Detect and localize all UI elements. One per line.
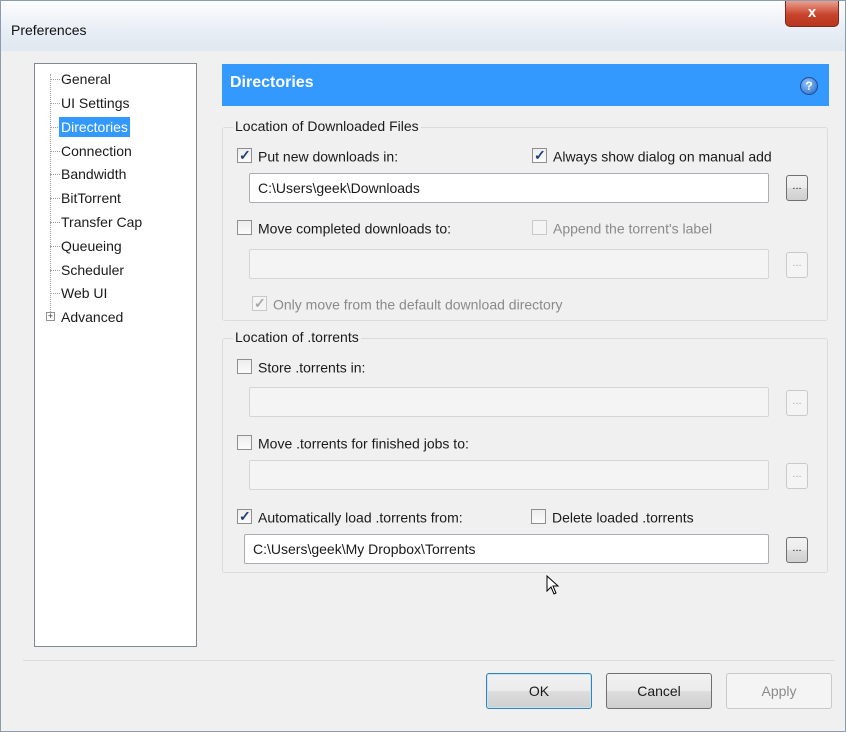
put-new-downloads-option[interactable]: Put new downloads in:	[237, 146, 398, 164]
tree-connector	[50, 246, 60, 247]
put-new-downloads-checkbox[interactable]	[237, 146, 252, 164]
sidebar-item-connection[interactable]: Connection	[61, 141, 132, 161]
store-torrents-label: Store .torrents in:	[258, 359, 366, 376]
delete-loaded-torrents-label: Delete loaded .torrents	[552, 509, 694, 526]
browse-move-path-button: ...	[786, 252, 808, 278]
browse-download-path-button[interactable]: ...	[786, 175, 808, 201]
append-label-checkbox	[532, 219, 547, 235]
tree-connector	[50, 293, 60, 294]
auto-load-torrents-label: Automatically load .torrents from:	[258, 509, 463, 526]
move-completed-label: Move completed downloads to:	[258, 220, 451, 237]
store-torrents-checkbox[interactable]	[237, 358, 252, 374]
only-move-default-checkbox	[252, 294, 267, 312]
browse-auto-load-button[interactable]: ...	[786, 537, 808, 563]
move-finished-torrents-label: Move .torrents for finished jobs to:	[258, 435, 469, 452]
only-move-default-label: Only move from the default download dire…	[273, 296, 563, 313]
sidebar-item-web-ui[interactable]: Web UI	[61, 283, 107, 303]
help-icon[interactable]: ?	[800, 77, 818, 95]
expand-advanced-icon[interactable]: +	[46, 312, 55, 321]
sidebar-item-bandwidth[interactable]: Bandwidth	[61, 164, 126, 184]
put-new-downloads-label: Put new downloads in:	[258, 148, 399, 165]
apply-button: Apply	[726, 673, 832, 709]
move-finished-path-field	[249, 460, 769, 490]
download-path-field[interactable]: C:\Users\geek\Downloads	[249, 173, 769, 203]
close-icon: x	[807, 4, 817, 21]
downloaded-files-group-label: Location of Downloaded Files	[233, 118, 421, 134]
sidebar-item-directories[interactable]: Directories	[59, 117, 130, 137]
torrents-location-group-label: Location of .torrents	[233, 329, 361, 345]
sidebar-item-ui-settings[interactable]: UI Settings	[61, 93, 129, 113]
page-title: Directories	[230, 74, 314, 91]
section-header: Directories ?	[222, 64, 829, 106]
category-tree[interactable]: General UI Settings Directories Connecti…	[34, 63, 197, 647]
sidebar-item-general[interactable]: General	[61, 69, 111, 89]
always-show-dialog-option[interactable]: Always show dialog on manual add	[532, 146, 772, 164]
tree-connector	[50, 270, 60, 271]
sidebar-item-queueing[interactable]: Queueing	[61, 236, 122, 256]
append-label-option: Append the torrent's label	[532, 218, 712, 236]
move-finished-torrents-option[interactable]: Move .torrents for finished jobs to:	[237, 433, 469, 451]
sidebar-item-advanced[interactable]: Advanced	[61, 307, 123, 327]
preferences-window: Preferences x General UI Settings Direct…	[0, 0, 846, 732]
cancel-button[interactable]: Cancel	[606, 673, 712, 709]
tree-connector	[50, 222, 60, 223]
delete-loaded-torrents-checkbox[interactable]	[531, 508, 546, 524]
ok-button[interactable]: OK	[486, 673, 592, 709]
always-show-dialog-checkbox[interactable]	[532, 146, 547, 164]
sidebar-item-transfer-cap[interactable]: Transfer Cap	[61, 212, 142, 232]
delete-loaded-torrents-option[interactable]: Delete loaded .torrents	[531, 507, 694, 525]
auto-load-torrents-checkbox[interactable]	[237, 507, 252, 525]
tree-connector-line	[50, 74, 51, 316]
sidebar-item-bittorrent[interactable]: BitTorrent	[61, 188, 121, 208]
tree-connector	[50, 103, 60, 104]
move-completed-path-field	[249, 249, 769, 279]
store-torrents-option[interactable]: Store .torrents in:	[237, 357, 365, 375]
always-show-dialog-label: Always show dialog on manual add	[553, 148, 772, 165]
move-completed-option[interactable]: Move completed downloads to:	[237, 218, 451, 236]
browse-store-path-button: ...	[786, 390, 808, 416]
tree-connector	[50, 151, 60, 152]
close-button[interactable]: x	[785, 1, 839, 27]
only-move-default-option: Only move from the default download dire…	[252, 294, 562, 312]
move-finished-torrents-checkbox[interactable]	[237, 434, 252, 450]
store-torrents-path-field	[249, 387, 769, 417]
append-label-label: Append the torrent's label	[553, 220, 713, 237]
browse-move-finished-button: ...	[786, 463, 808, 489]
sidebar-item-scheduler[interactable]: Scheduler	[61, 260, 124, 280]
auto-load-path-field[interactable]: C:\Users\geek\My Dropbox\Torrents	[244, 534, 769, 564]
footer-divider	[23, 660, 835, 661]
tree-connector	[50, 174, 60, 175]
move-completed-checkbox[interactable]	[237, 219, 252, 235]
title-bar: Preferences x	[1, 1, 845, 51]
window-title: Preferences	[11, 22, 87, 38]
mouse-pointer-icon	[546, 575, 560, 595]
tree-connector	[50, 198, 60, 199]
auto-load-torrents-option[interactable]: Automatically load .torrents from:	[237, 507, 463, 525]
tree-connector	[50, 79, 60, 80]
